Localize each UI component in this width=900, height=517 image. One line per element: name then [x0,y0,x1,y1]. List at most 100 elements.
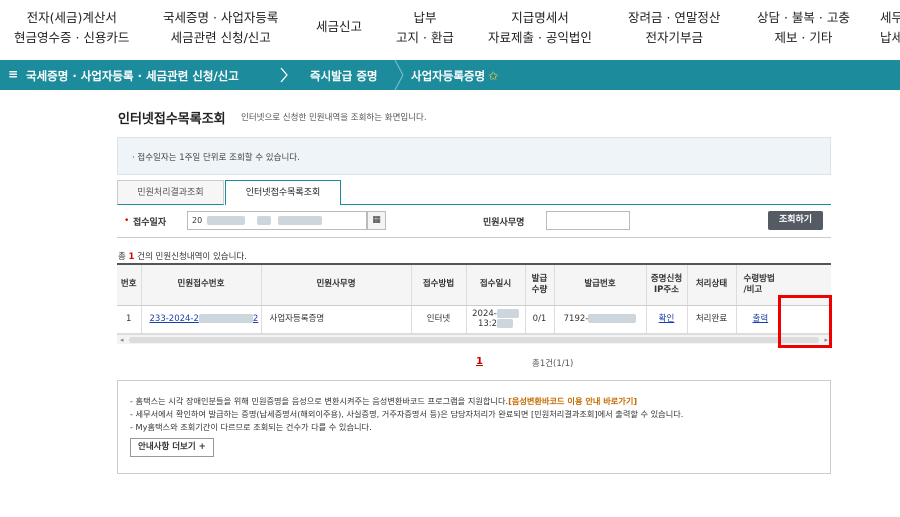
col-header-ip: 증명신청 IP주소 [646,265,688,306]
nav-menu-label: 세무 [880,10,900,25]
notice-box: - 홈택스는 시각 장애인분들을 위해 민원증명을 음성으로 변환시켜주는 음성… [117,380,831,474]
star-icon[interactable]: ✩ [488,69,498,83]
table-row: 1 233-2024-2 2 사업자등록증명 인터넷 2024- 13:2 0/1… [117,305,831,334]
required-marker: • [124,216,130,226]
nav-menu-certificates[interactable]: 국세증명 · 사업자등록 세금관련 신청/신고 [163,8,278,48]
nav-menu-consulting[interactable]: 상담 · 불복 · 고충 제보 · 기타 [757,8,850,48]
nav-menu-label: 국세증명 · 사업자등록 [163,10,279,25]
cell-office: 사업자등록증명 [261,305,412,334]
page-total: 총1건(1/1) [532,359,574,369]
date-label: 접수일자 [133,218,167,228]
col-header-status: 처리상태 [687,265,737,306]
redacted-mask [588,314,637,323]
redacted-mask [206,216,245,225]
nav-menu-sublabel: 납세 [880,30,900,45]
top-nav: 전자(세금)계산서 현금영수증 · 신용카드 국세증명 · 사업자등록 세금관련… [0,0,900,60]
nav-menu-sublabel: 세금관련 신청/신고 [170,30,271,45]
calendar-icon[interactable]: ▦ [367,211,386,230]
nav-menu-label: 장려금 · 연말정산 [628,10,721,25]
nav-menu-sublabel: 자료제출 · 공익법인 [488,30,592,45]
col-header-receipt-no: 민원접수번호 [141,265,262,306]
notice-text: - 홈택스는 시각 장애인분들을 위해 민원증명을 음성으로 변환시켜주는 음성… [130,396,509,406]
col-header-date: 접수일시 [466,265,526,306]
breadcrumb-item-instant-issue[interactable]: 즉시발급 증명 [310,68,377,84]
scrollbar-thumb[interactable] [129,337,819,343]
col-header-method: 접수방법 [411,265,467,306]
nav-menu-incentives[interactable]: 장려금 · 연말정산 전자기부금 [628,8,720,48]
nav-menu-label: 전자(세금)계산서 [26,10,117,25]
nav-menu-tax-filing[interactable]: 세금신고 [316,17,362,37]
notice-line-2: - 세무서에서 확인하여 발급하는 증명(납세증명서(해외이주용), 사실증명,… [130,409,684,419]
table-header-row: 번호 민원접수번호 민원사무명 접수방법 접수일시 발급 수량 발급번호 증명신… [117,265,831,306]
nav-menu-label: 상담 · 불복 · 고충 [757,10,850,25]
page-title: 인터넷접수목록조회 [118,112,226,127]
notice-line-3: - My홈택스와 조회기간이 다르므로 조회되는 건수가 다를 수 있습니다. [130,422,372,432]
col-header-office: 민원사무명 [261,265,412,306]
nav-menu-sublabel: 제보 · 기타 [774,30,833,45]
count-prefix: 총 [118,252,129,262]
redacted-mask [257,216,272,225]
breadcrumb-current-label: 사업자등록증명 [411,69,486,83]
cell-date: 2024- 13:2 [466,305,526,334]
receipt-number-link[interactable]: 233-2024-2 2 [141,305,262,334]
search-form: • 접수일자 20 ▦ 민원사무명 조회하기 [117,205,831,238]
search-button[interactable]: 조회하기 [768,211,823,230]
nav-menu-payment[interactable]: 납부 고지 · 환급 [396,8,454,48]
chevron-right-icon [392,59,406,91]
redacted-mask [497,319,514,328]
nav-menu-tax-office[interactable]: 세무 납세 [880,8,900,48]
chevron-right-icon [278,60,292,90]
nav-menu-sublabel: 전자기부금 [645,30,703,45]
cell-ip: 확인 [646,305,688,334]
breadcrumb-item-business-cert[interactable]: 사업자등록증명 ✩ [411,68,498,84]
receipt-table: 번호 민원접수번호 민원사무명 접수방법 접수일시 발급 수량 발급번호 증명신… [117,263,831,344]
print-link[interactable]: 출력 [753,314,769,324]
info-box: · 접수일자는 1주일 단위로 조회할 수 있습니다. [117,137,831,175]
cell-qty: 0/1 [525,305,555,334]
cell-issue-no: 7192- [554,305,647,334]
receipt-table-grid: 번호 민원접수번호 민원사무명 접수방법 접수일시 발급 수량 발급번호 증명신… [117,265,831,334]
col-header-qty: 발급 수량 [525,265,555,306]
nav-menu-sublabel: 고지 · 환급 [396,30,454,45]
tab-result-inquiry[interactable]: 민원처리결과조회 [117,180,224,205]
page-description: 인터넷으로 신청한 민원내역을 조회하는 화면입니다. [241,113,427,123]
scroll-left-icon[interactable]: ◂ [120,335,124,344]
nav-menu-label: 납부 [413,10,437,25]
col-header-no: 번호 [117,265,142,306]
page-number[interactable]: 1 [476,356,483,367]
breadcrumb: ≡ 국세증명 · 사업자등록 · 세금관련 신청/신고 즉시발급 증명 사업자등… [0,59,900,91]
menu-icon[interactable]: ≡ [8,67,18,81]
nav-menu-label: 세금신고 [316,19,363,34]
date-input-value: 20 [192,216,203,225]
more-info-button[interactable]: 안내사항 더보기 + [130,438,214,457]
result-count: 총 1 건의 민원신청내역이 있습니다. [118,250,247,262]
date-range-input[interactable]: 20 [187,211,367,230]
redacted-mask [277,216,322,225]
cell-method: 인터넷 [411,305,467,334]
nav-menu-label: 지급명세서 [511,10,569,25]
redacted-mask [198,314,253,323]
receipt-number-suffix[interactable]: 2 [253,314,258,324]
info-text: · 접수일자는 1주일 단위로 조회할 수 있습니다. [132,153,300,163]
voice-barcode-link[interactable]: [음성변환바코드 이용 안내 바로가기] [508,396,637,406]
count-suffix: 건의 민원신청내역이 있습니다. [134,252,247,262]
time-prefix: 13:2 [477,319,498,329]
col-header-issue-no: 발급번호 [554,265,647,306]
issue-prefix: 7192- [563,314,589,324]
tab-internet-receipt-list[interactable]: 인터넷접수목록조회 [225,180,341,205]
cell-no: 1 [117,305,142,334]
nav-menu-payment-statement[interactable]: 지급명세서 자료제출 · 공익법인 [488,8,592,48]
nav-menu-e-invoice[interactable]: 전자(세금)계산서 현금영수증 · 신용카드 [14,8,129,48]
date-prefix: 2024- [472,309,497,319]
nav-menu-sublabel: 현금영수증 · 신용카드 [14,30,130,45]
office-name-input[interactable] [546,211,630,230]
receipt-number-prefix[interactable]: 233-2024-2 [150,314,199,324]
cell-status: 처리완료 [687,305,737,334]
highlight-box [778,295,832,348]
breadcrumb-item-certificates[interactable]: 국세증명 · 사업자등록 · 세금관련 신청/신고 [26,68,239,84]
horizontal-scrollbar[interactable]: ◂ ▸ [117,334,831,344]
notice-line-1: - 홈택스는 시각 장애인분들을 위해 민원증명을 음성으로 변환시켜주는 음성… [130,395,637,407]
office-label: 민원사무명 [483,218,525,228]
redacted-mask [496,309,519,318]
ip-confirm-link[interactable]: 확인 [659,314,675,324]
